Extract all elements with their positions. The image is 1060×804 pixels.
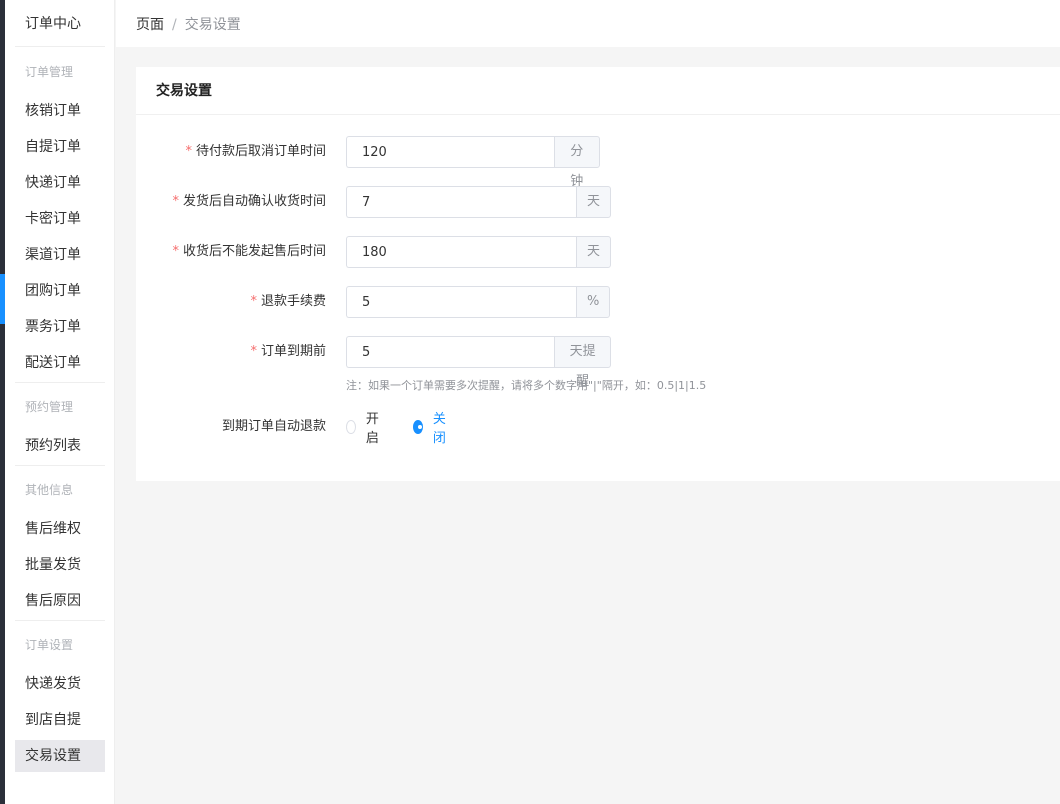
sidebar-divider bbox=[15, 620, 105, 621]
input-group: 天 bbox=[346, 186, 612, 218]
sidebar-item-card-orders[interactable]: 卡密订单 bbox=[15, 203, 105, 235]
sidebar-divider bbox=[15, 46, 105, 47]
input-suffix: 天 bbox=[576, 186, 612, 218]
form-label: * 订单到期前 bbox=[250, 344, 326, 359]
sidebar-item-batch-shipping[interactable]: 批量发货 bbox=[15, 549, 105, 581]
required-mark: * bbox=[185, 144, 192, 159]
breadcrumb-home[interactable]: 页面 bbox=[136, 17, 164, 33]
sidebar-item-delivery-orders[interactable]: 配送订单 bbox=[15, 347, 105, 379]
input-group: 天提醒 bbox=[346, 336, 612, 389]
sidebar-item-channel-orders[interactable]: 渠道订单 bbox=[15, 239, 105, 271]
sidebar-item-verify-orders[interactable]: 核销订单 bbox=[15, 95, 105, 127]
form-label: 到期订单自动退款 bbox=[221, 419, 326, 434]
input-suffix: 分钟 bbox=[553, 136, 601, 189]
reminder-hint: 注：如果一个订单需要多次提醒，请将多个数字用"|"隔开，如：0.5|1|1.5 bbox=[346, 379, 707, 392]
top-bar: 页面 / 交易设置 bbox=[116, 0, 1060, 47]
card-title: 交易设置 bbox=[136, 67, 1060, 115]
sidebar-group-other-info: 其他信息 bbox=[25, 483, 74, 497]
auto-refund-radio-group: 开启 关闭 bbox=[346, 408, 480, 446]
auto-refund-off-radio[interactable]: 关闭 bbox=[413, 408, 450, 446]
radio-circle[interactable] bbox=[413, 420, 423, 434]
auto-refund-on-radio[interactable]: 开启 bbox=[346, 408, 383, 446]
radio-label: 关闭 bbox=[432, 412, 446, 446]
required-mark: * bbox=[250, 294, 257, 309]
sidebar-item-ticket-orders[interactable]: 票务订单 bbox=[15, 311, 105, 343]
form-label: * 待付款后取消订单时间 bbox=[185, 144, 326, 159]
sidebar-group-order-settings: 订单设置 bbox=[25, 638, 74, 652]
sidebar-item-trade-settings[interactable]: 交易设置 bbox=[15, 740, 105, 772]
input-suffix: 天 bbox=[576, 236, 612, 268]
sidebar-divider bbox=[15, 465, 105, 466]
breadcrumb: 页面 / 交易设置 bbox=[136, 14, 241, 34]
input-group: 分钟 bbox=[346, 136, 601, 189]
auto-confirm-time-input[interactable] bbox=[346, 186, 576, 218]
breadcrumb-separator: / bbox=[172, 17, 177, 33]
sidebar-item-express-orders[interactable]: 快递订单 bbox=[15, 167, 105, 199]
sidebar-item-group-orders[interactable]: 团购订单 bbox=[15, 275, 105, 307]
after-sale-limit-input[interactable] bbox=[346, 236, 576, 268]
sidebar-item-booking-list[interactable]: 预约列表 bbox=[15, 430, 105, 462]
input-suffix: % bbox=[576, 286, 611, 318]
input-suffix: 天提醒 bbox=[554, 336, 612, 389]
sidebar: 订单中心 订单管理 核销订单 自提订单 快递订单 卡密订单 渠道订单 团购订单 … bbox=[5, 0, 115, 804]
radio-label: 开启 bbox=[365, 412, 379, 446]
sidebar-item-after-sales[interactable]: 售后维权 bbox=[15, 513, 105, 545]
sidebar-item-after-sales-reasons[interactable]: 售后原因 bbox=[15, 585, 105, 617]
refund-fee-input[interactable] bbox=[346, 286, 576, 318]
form-label: * 退款手续费 bbox=[250, 294, 326, 309]
radio-circle[interactable] bbox=[346, 420, 356, 434]
sidebar-group-order-management: 订单管理 bbox=[25, 65, 74, 79]
sidebar-item-express-shipping[interactable]: 快递发货 bbox=[15, 668, 105, 700]
sidebar-item-store-pickup[interactable]: 到店自提 bbox=[15, 704, 105, 736]
trade-settings-card: 交易设置 *待付款后取消订单时间 分钟 *发货后自动确认收货时间 天 *收货后不… bbox=[136, 67, 1060, 481]
expiry-reminder-input[interactable] bbox=[346, 336, 555, 368]
input-group: 天 bbox=[346, 236, 612, 268]
required-mark: * bbox=[172, 244, 179, 259]
form-label: * 收货后不能发起售后时间 bbox=[172, 244, 326, 259]
required-mark: * bbox=[172, 194, 179, 209]
sidebar-item-pickup-orders[interactable]: 自提订单 bbox=[15, 131, 105, 163]
input-group: % bbox=[346, 286, 611, 318]
sidebar-app-title: 订单中心 bbox=[25, 16, 81, 32]
breadcrumb-current: 交易设置 bbox=[184, 17, 241, 33]
sidebar-group-booking-management: 预约管理 bbox=[25, 400, 74, 414]
unpaid-cancel-time-input[interactable] bbox=[346, 136, 554, 168]
required-mark: * bbox=[250, 344, 257, 359]
sidebar-divider bbox=[15, 382, 105, 383]
form-label: * 发货后自动确认收货时间 bbox=[172, 194, 326, 209]
